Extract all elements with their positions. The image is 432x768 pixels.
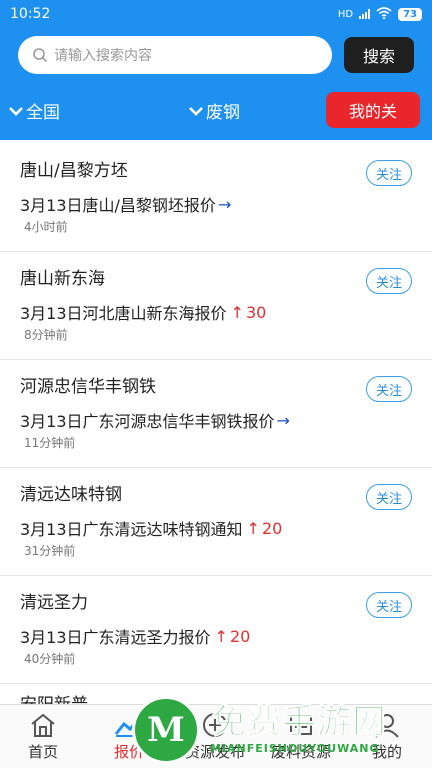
watermark-text: 免费手游网 xyxy=(212,702,387,743)
item-change: 30 xyxy=(245,302,267,322)
item-quote-text: 3月13日河北唐山新东海报价 xyxy=(20,304,227,323)
status-time: 10:52 xyxy=(10,6,51,22)
search-button[interactable]: 搜索 xyxy=(344,37,414,73)
chevron-down-icon xyxy=(189,106,203,116)
item-quote-line: 3月13日广东清远圣力报价 ↑ 20 xyxy=(20,624,250,648)
item-quote-line: 3月13日唐山/昌黎钢坯报价 → xyxy=(20,192,231,216)
follow-button[interactable]: 关注 xyxy=(366,484,412,510)
arrow-up-icon: ↑ xyxy=(246,518,260,538)
item-quote-line: 3月13日河北唐山新东海报价 ↑ 30 xyxy=(20,300,266,324)
item-quote-text: 3月13日唐山/昌黎钢坯报价 xyxy=(20,196,216,215)
region-filter[interactable]: 全国 xyxy=(8,98,60,123)
network-label: HD xyxy=(337,8,354,20)
search-icon xyxy=(33,48,48,63)
item-time: 11分钟前 xyxy=(24,436,76,450)
follow-button[interactable]: 关注 xyxy=(366,592,412,618)
item-quote-line: 3月13日广东河源忠信华丰钢铁报价 → xyxy=(20,408,290,432)
follow-button[interactable]: 关注 xyxy=(366,268,412,294)
watermark-url: MIANFEISHOUYOUWANG xyxy=(210,742,380,755)
category-filter[interactable]: 废钢 xyxy=(188,98,240,123)
follow-button[interactable]: 关注 xyxy=(366,160,412,186)
follow-button[interactable]: 关注 xyxy=(366,376,412,402)
chevron-down-icon xyxy=(9,106,23,116)
item-change: 20 xyxy=(229,626,251,646)
category-filter-label: 废钢 xyxy=(206,103,240,123)
home-icon xyxy=(0,711,86,739)
list-item[interactable]: 唐山新东海 3月13日河北唐山新东海报价 ↑ 30 8分钟前 关注 xyxy=(0,252,432,360)
arrow-up-icon: ↑ xyxy=(214,626,228,646)
item-title: 河源忠信华丰钢铁 xyxy=(20,377,156,397)
my-follow-button[interactable]: 我的关 xyxy=(326,92,420,128)
signal-icon xyxy=(359,9,371,19)
arrow-up-icon: ↑ xyxy=(230,302,244,322)
search-placeholder: 请输入搜索内容 xyxy=(54,48,152,64)
item-quote-text: 3月13日广东河源忠信华丰钢铁报价 xyxy=(20,412,275,431)
item-quote-text: 3月13日广东清远达味特钢通知 xyxy=(20,520,243,539)
watermark: M 免费手游网 MIANFEISHOUYOUWANG xyxy=(132,692,432,768)
item-title: 清远达味特钢 xyxy=(20,485,122,505)
quote-list: 唐山/昌黎方坯 3月13日唐山/昌黎钢坯报价 → 4小时前 关注 唐山新东海 3… xyxy=(0,144,432,714)
tab-label: 首页 xyxy=(27,743,58,761)
battery-icon: 73 xyxy=(398,7,422,21)
wifi-icon xyxy=(376,6,392,22)
arrow-right-icon: → xyxy=(276,410,290,430)
item-time: 31分钟前 xyxy=(24,544,76,558)
list-item[interactable]: 清远圣力 3月13日广东清远圣力报价 ↑ 20 40分钟前 关注 xyxy=(0,576,432,684)
region-filter-label: 全国 xyxy=(26,103,60,123)
filter-bar: 全国 废钢 我的关 xyxy=(0,92,432,130)
status-icons: HD 73 xyxy=(337,6,422,22)
list-item[interactable]: 清远达味特钢 3月13日广东清远达味特钢通知 ↑ 20 31分钟前 关注 xyxy=(0,468,432,576)
watermark-logo: M xyxy=(132,696,200,764)
item-title: 唐山新东海 xyxy=(20,269,105,289)
item-title: 唐山/昌黎方坯 xyxy=(20,161,128,181)
search-input[interactable]: 请输入搜索内容 xyxy=(18,36,332,74)
item-time: 8分钟前 xyxy=(24,328,68,342)
search-row: 请输入搜索内容 搜索 xyxy=(0,36,432,76)
tab-home[interactable]: 首页 xyxy=(0,711,86,762)
item-change: 20 xyxy=(261,518,283,538)
item-time: 4小时前 xyxy=(24,220,68,234)
item-time: 40分钟前 xyxy=(24,652,76,666)
item-quote-line: 3月13日广东清远达味特钢通知 ↑ 20 xyxy=(20,516,282,540)
item-title: 清远圣力 xyxy=(20,593,88,613)
list-item[interactable]: 河源忠信华丰钢铁 3月13日广东河源忠信华丰钢铁报价 → 11分钟前 关注 xyxy=(0,360,432,468)
item-quote-text: 3月13日广东清远圣力报价 xyxy=(20,628,211,647)
header: 10:52 HD 73 请输入搜索内容 搜索 全国 废钢 我的关 xyxy=(0,0,432,140)
list-item[interactable]: 唐山/昌黎方坯 3月13日唐山/昌黎钢坯报价 → 4小时前 关注 xyxy=(0,144,432,252)
status-bar: 10:52 HD 73 xyxy=(0,0,432,28)
arrow-right-icon: → xyxy=(217,194,232,214)
